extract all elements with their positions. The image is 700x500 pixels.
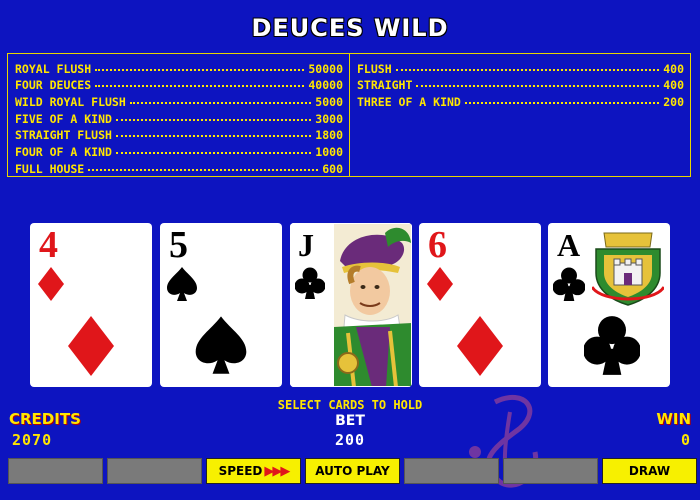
hand-name: FLUSH	[357, 61, 392, 76]
paytable-row: FULL HOUSE 600	[8, 159, 349, 176]
paytable-row: FOUR OF A KIND 1000	[8, 142, 349, 159]
paytable-row: FLUSH 400	[350, 59, 690, 76]
hand-payout: 600	[322, 161, 343, 176]
hand-payout: 1800	[315, 128, 343, 143]
paytable-row: FIVE OF A KIND 3000	[8, 109, 349, 126]
paytable: ROYAL FLUSH 50000 FOUR DEUCES 40000 WILD R…	[7, 53, 691, 177]
card-rank: J	[298, 225, 314, 265]
paytable-left-column: ROYAL FLUSH 50000 FOUR DEUCES 40000 WILD R…	[8, 54, 350, 176]
spade-icon	[195, 316, 247, 374]
hand-payout: 5000	[315, 95, 343, 110]
card-rank: 4	[39, 224, 58, 266]
card-slot-5[interactable]: A	[548, 223, 670, 387]
auto-play-button[interactable]: AUTO PLAY	[305, 458, 400, 484]
hold-button-5[interactable]	[503, 458, 598, 484]
speed-button[interactable]: SPEED ▶▶▶	[206, 458, 301, 484]
diamond-icon	[68, 316, 114, 376]
credits-value: 2070	[12, 431, 53, 449]
status-message: SELECT CARDS TO HOLD	[277, 398, 423, 412]
spade-icon	[167, 267, 197, 301]
diamond-icon	[38, 267, 64, 301]
hand-name: THREE OF A KIND	[357, 95, 461, 110]
card-slot-4[interactable]: 6	[419, 223, 541, 387]
speed-arrows-icon: ▶▶▶	[264, 463, 290, 479]
coat-of-arms-icon	[592, 232, 664, 306]
hand-name: WILD ROYAL FLUSH	[15, 95, 126, 110]
card-row: 4 5 J 6 A	[30, 223, 670, 387]
hand-payout: 400	[663, 61, 684, 76]
diamond-icon	[457, 316, 503, 376]
hold-button-2[interactable]	[107, 458, 202, 484]
hand-name: ROYAL FLUSH	[15, 61, 92, 76]
paytable-row: STRAIGHT FLUSH 1800	[8, 126, 349, 143]
paytable-right-column: FLUSH 400 STRAIGHT 400 THREE OF A KIND 200	[350, 54, 690, 176]
hold-button-4[interactable]	[404, 458, 499, 484]
diamond-icon	[427, 267, 453, 301]
hand-name: FOUR OF A KIND	[15, 145, 112, 160]
paytable-row: FOUR DEUCES 40000	[8, 76, 349, 93]
hand-payout: 3000	[315, 111, 343, 126]
paytable-row: ROYAL FLUSH 50000	[8, 59, 349, 76]
club-icon	[295, 267, 325, 299]
paytable-row: WILD ROYAL FLUSH 5000	[8, 92, 349, 109]
bet-label: BET	[335, 413, 365, 429]
hand-payout: 200	[663, 95, 684, 110]
win-label: WIN	[656, 410, 691, 428]
card-slot-2[interactable]: 5	[160, 223, 282, 387]
hand-name: STRAIGHT	[357, 78, 413, 93]
bet-value: 200	[334, 431, 366, 449]
hand-name: FOUR DEUCES	[15, 78, 92, 93]
club-icon	[553, 267, 585, 301]
game-title: DEUCES WILD	[251, 14, 449, 42]
hold-button-1[interactable]	[8, 458, 103, 484]
hand-payout: 1000	[315, 145, 343, 160]
hand-payout: 400	[663, 78, 684, 93]
paytable-row: THREE OF A KIND 200	[350, 92, 690, 109]
hand-payout: 50000	[308, 61, 343, 76]
club-icon	[584, 316, 640, 375]
hand-name: FULL HOUSE	[15, 161, 85, 176]
credits-label: CREDITS	[9, 410, 81, 428]
card-rank: 6	[428, 224, 447, 266]
hand-payout: 40000	[308, 78, 343, 93]
card-slot-3[interactable]: J	[290, 223, 412, 387]
win-value: 0	[680, 431, 690, 449]
card-rank: 5	[169, 224, 188, 266]
hand-name: FIVE OF A KIND	[15, 111, 112, 126]
card-rank: A	[557, 227, 581, 263]
draw-button[interactable]: DRAW	[602, 458, 697, 484]
speed-label: SPEED	[218, 464, 263, 478]
hand-name: STRAIGHT FLUSH	[15, 128, 112, 143]
paytable-row: STRAIGHT 400	[350, 76, 690, 93]
card-slot-1[interactable]: 4	[30, 223, 152, 387]
